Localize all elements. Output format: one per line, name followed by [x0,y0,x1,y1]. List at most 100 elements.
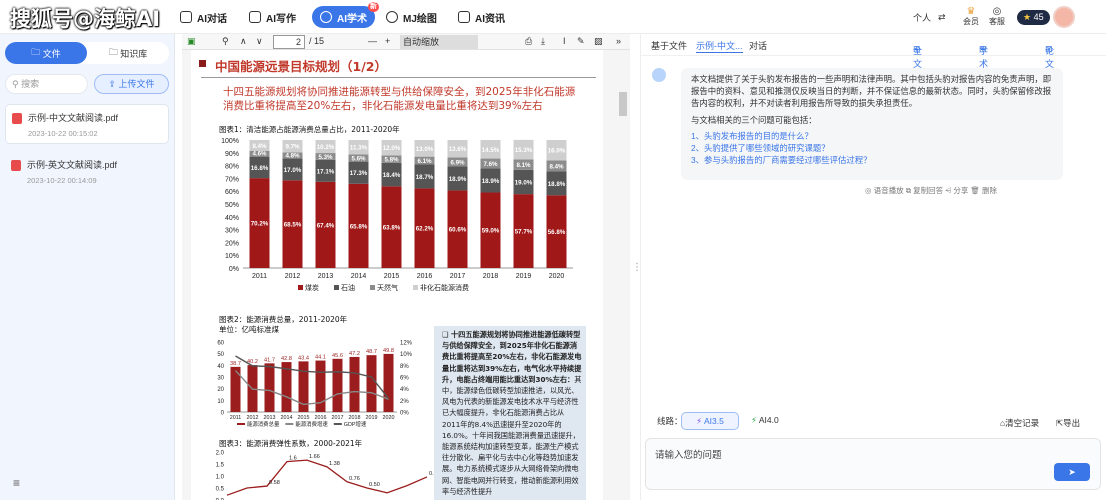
data-label: 8.4% [549,163,564,170]
suggested-question[interactable]: 2、头豹提供了哪些领域的研究课题？ [691,142,1053,154]
data-label: 57.7% [515,229,533,236]
x-tick-label: 2015 [298,415,310,421]
x-tick-label: 2016 [417,273,433,280]
y-tick-label: 50 [217,352,224,358]
nav-mj-draw[interactable]: MJ绘图 [386,6,437,28]
model-ai40-button[interactable]: ⚡ AI4.0 [751,415,779,426]
bar [264,363,275,412]
data-label: 13.6% [449,146,467,153]
legend-swatch [333,423,342,425]
legend-label: GDP增速 [344,420,367,428]
y2-tick-label: 2% [400,399,409,405]
zoom-out-button[interactable]: — [368,36,377,46]
nav-ai-chat[interactable]: AI对话 [180,6,227,28]
x-tick-label: 2016 [315,415,327,421]
fig2-chart: 01020304050600%2%4%6%8%10%12%38.7201140.… [217,341,412,429]
crown-icon: ♛ [966,6,976,17]
search-input[interactable]: ⚲ 搜索 [5,74,88,94]
send-icon: ➤ [1068,467,1076,477]
tab-knowledge-base[interactable]: 🗀 知识库 [87,42,169,64]
x-tick-label: 2018 [483,273,499,280]
data-label: 62.2% [416,226,434,233]
tab-files[interactable]: 🗀 文件 [5,42,87,64]
message-actions[interactable]: ◎ 语音播放 ⧉ 复制回答 ⩤ 分享 🗑 删除 [865,185,997,196]
data-label: 49.8 [383,348,394,354]
data-label: 7.6% [483,161,498,168]
nav-ai-news[interactable]: AI资讯 [458,6,505,28]
data-label: 14.5% [482,147,500,154]
service-link[interactable]: ◎ 客服 [989,0,1005,34]
questions-heading: 与文档相关的三个问题可能包括： [691,115,817,125]
data-label: 5.6% [351,156,366,163]
page-number-input[interactable]: 2 [273,35,305,49]
user-avatar[interactable] [1053,0,1075,34]
pdf-icon [12,113,22,124]
doc-commentary: ❑ 十四五能源规划将协同推进能源低碳转型与供给保障安全，到2025年非化石能源消… [442,330,582,496]
legend-label: 天然气 [377,283,398,292]
nav-ai-academic[interactable]: AI学术新 [312,2,379,28]
nav-ai-write[interactable]: AI写作 [249,6,296,28]
question-input[interactable]: 请输入您的问题 ➤ [645,438,1101,490]
next-page-icon[interactable]: ∨ [256,36,263,47]
chat-panel: 基于文件 示例-中文... 对话 ⊞ 全文翻译 ⊞ 学术审核 ⊞ 论文润色 本文… [640,34,1106,500]
y-tick-label: 90% [225,151,239,158]
chat-icon [180,11,192,23]
current-doc-label[interactable]: 示例-中文... [696,39,743,53]
search-icon: ⚲ [12,79,22,89]
x-tick-label: 2014 [281,415,293,421]
x-tick-label: 2011 [230,415,242,421]
personal-link[interactable]: 个人 [913,0,931,34]
data-label: 0.76 [349,476,360,482]
prev-page-icon[interactable]: ∧ [240,36,247,47]
file-item[interactable]: 示例-中文文献阅读.pdf 2023-10-22 00:15:02 [5,104,169,144]
swap-icon[interactable]: ⇄ [938,0,946,34]
data-label: 16.0% [548,148,566,155]
x-tick-label: 2017 [450,273,466,280]
y-tick-label: 100% [221,138,239,145]
model-ai35-button[interactable]: ⚡ AI3.5 [681,412,739,430]
y-tick-label: 2.0 [216,451,225,457]
top-bar: 搜狐号@海鲸AI AI对话 AI写作 AI学术新 MJ绘图 AI资讯 个人 ⇄ … [0,0,1106,34]
file-item[interactable]: 示例-英文文献阅读.pdf 2023-10-22 00:14:09 [5,152,169,192]
y-tick-label: 0.5 [216,487,225,493]
legend-swatch [285,423,294,425]
legend-swatch [413,285,418,290]
headset-icon: ◎ [992,6,1002,17]
message-text: 本文档提供了关于头豹发布报告的一些声明和法律声明。其中包括头豹对报告内容的免责声… [691,74,1052,108]
find-icon[interactable]: ⚲ [222,36,229,47]
more-tools-icon[interactable]: » [616,36,621,46]
x-tick-label: 2012 [247,415,259,421]
upload-icon: ⇪ [108,79,119,89]
send-button[interactable]: ➤ [1054,463,1090,481]
data-label: 19.0% [515,179,533,186]
upload-button[interactable]: ⇪ 上传文件 [94,74,169,94]
data-label: 18.7% [416,174,434,181]
y-tick-label: 20% [225,240,239,247]
zoom-in-button[interactable]: + [385,36,390,46]
legend-label: 能源消费总量 [247,420,280,428]
pdf-scrollbar[interactable] [619,92,627,116]
sidebar-toggle-icon[interactable]: ▣ [187,36,196,47]
tab-based-on-file[interactable]: 基于文件 [651,39,687,52]
tab-chat[interactable]: 对话 [749,39,767,52]
text-icon[interactable]: I [563,36,566,46]
zoom-select[interactable]: 自动缩放 [400,35,478,49]
pdf-icon [11,160,21,171]
pdf-page: 中国能源远景目标规划（1/2） 十四五能源规划将协同推进能源转型与供给保障安全，… [191,50,603,500]
palette-icon [386,11,398,23]
clear-history-button[interactable]: ⌂清空记录 [1000,417,1039,429]
y-tick-label: 1.0 [216,475,225,481]
suggested-question[interactable]: 1、头豹发布报告的目的是什么？ [691,130,1053,142]
image-icon[interactable]: ▨ [594,36,603,47]
export-button[interactable]: ⇱导出 [1056,417,1080,429]
download-icon[interactable]: ⤓ [541,36,545,47]
menu-icon[interactable]: ≡ [13,476,20,490]
points-badge[interactable]: ★ 45 [1017,0,1050,34]
print-icon[interactable]: ⎙ [525,36,532,47]
y2-tick-label: 0% [400,411,409,417]
suggested-question[interactable]: 3、参与头豹报告的厂商需要经过哪些评估过程？ [691,154,1053,166]
draw-icon[interactable]: ✎ [577,36,585,47]
write-icon [249,11,261,23]
member-link[interactable]: ♛ 会员 [963,0,979,34]
y-tick-label: 50% [225,202,239,209]
